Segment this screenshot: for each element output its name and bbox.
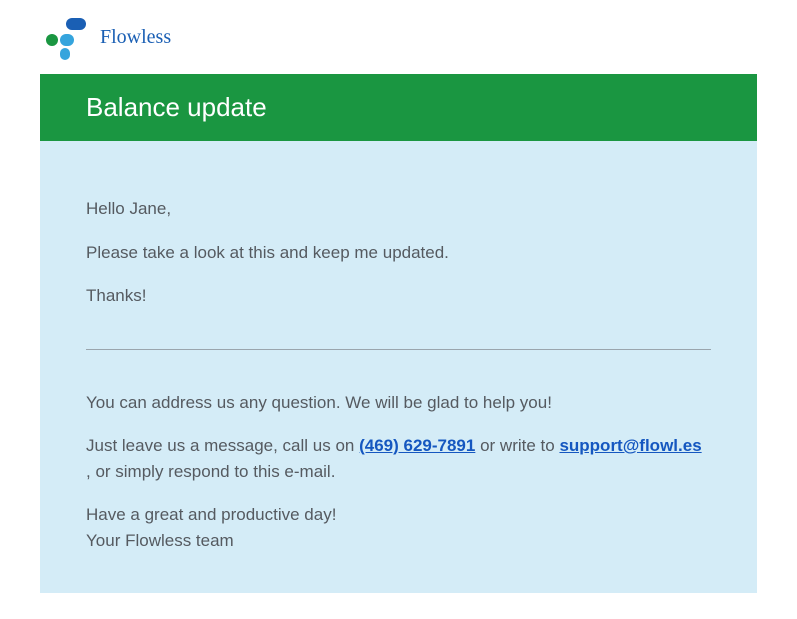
email-greeting: Hello Jane, bbox=[86, 196, 711, 222]
email-subject: Balance update bbox=[40, 74, 757, 141]
brand-name: Flowless bbox=[100, 26, 171, 49]
contact-suffix: , or simply respond to this e-mail. bbox=[86, 462, 335, 481]
contact-mid: or write to bbox=[475, 436, 559, 455]
phone-link[interactable]: (469) 629-7891 bbox=[359, 436, 475, 455]
logo-bar: Flowless bbox=[0, 0, 797, 74]
closing-line-2: Your Flowless team bbox=[86, 528, 711, 554]
email-body: Hello Jane, Please take a look at this a… bbox=[40, 141, 757, 593]
divider bbox=[86, 349, 711, 350]
closing-line-1: Have a great and productive day! bbox=[86, 502, 711, 528]
contact-prefix: Just leave us a message, call us on bbox=[86, 436, 359, 455]
email-body-line-1: Please take a look at this and keep me u… bbox=[86, 240, 711, 266]
contact-line: Just leave us a message, call us on (469… bbox=[86, 433, 711, 484]
email-container: Balance update Hello Jane, Please take a… bbox=[40, 74, 757, 593]
help-line: You can address us any question. We will… bbox=[86, 390, 711, 416]
email-body-line-2: Thanks! bbox=[86, 283, 711, 309]
support-email-link[interactable]: support@flowl.es bbox=[559, 436, 701, 455]
flowless-logo-icon bbox=[40, 12, 90, 62]
